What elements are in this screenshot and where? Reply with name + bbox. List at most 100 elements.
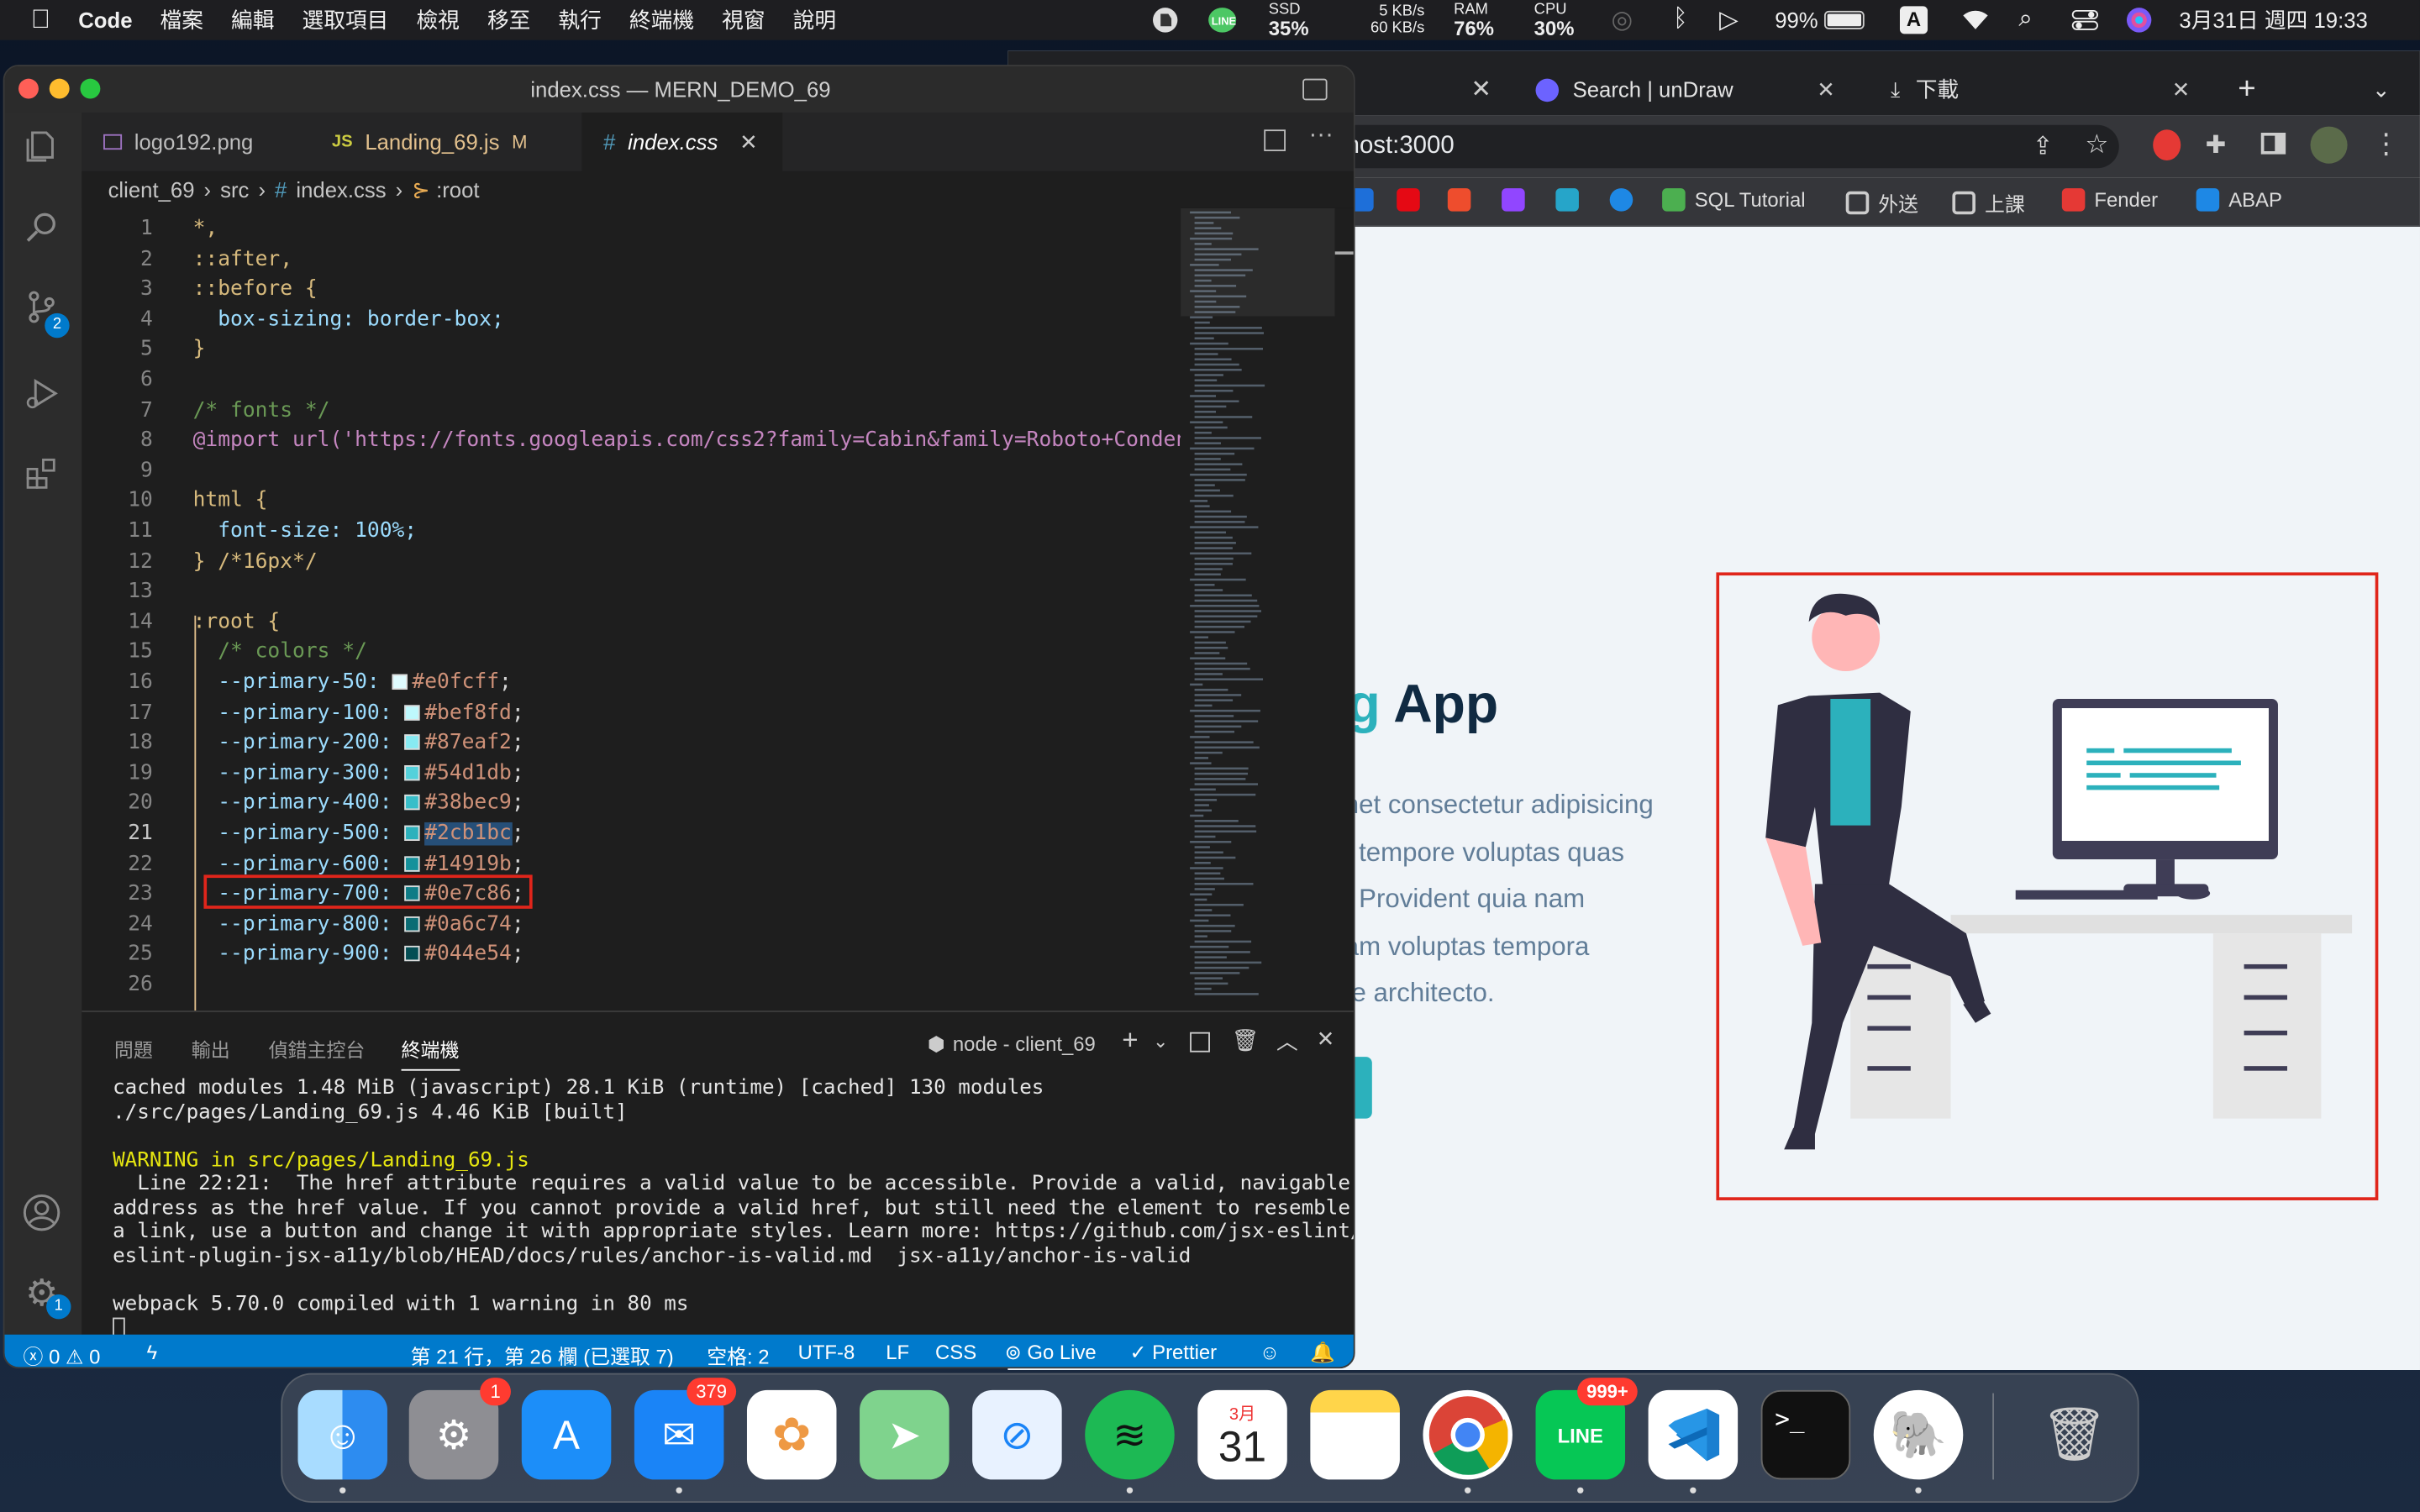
breadcrumb-symbol[interactable]: :root [436, 177, 479, 202]
cursor-position[interactable]: 第 21 行，第 26 欄 (已選取 7) [411, 1341, 674, 1368]
color-swatch-icon[interactable] [404, 885, 420, 901]
bookmark-folder-delivery[interactable]: 外送 [1845, 188, 1918, 218]
maps-icon[interactable]: ➤ [860, 1389, 950, 1480]
menu-run[interactable]: 執行 [558, 5, 601, 36]
more-actions-icon[interactable]: ··· [1309, 122, 1334, 150]
tab-debug-console[interactable]: 偵錯主控台 [269, 1034, 366, 1063]
app-store-icon[interactable]: A [521, 1389, 612, 1480]
bookmark-fender[interactable]: Fender [2061, 188, 2158, 212]
source-control-icon[interactable]: 2 [20, 288, 70, 339]
color-swatch-icon[interactable] [404, 946, 420, 962]
remote-icon[interactable]: ϟ [146, 1341, 157, 1364]
close-icon[interactable]: ✕ [1817, 76, 1835, 102]
code-editor[interactable]: 1 *, 2::after, 3::before {4 box-sizing: bor… [82, 208, 1181, 1011]
trash-icon[interactable]: 🗑 [1232, 1027, 1260, 1053]
problems-status[interactable]: ⓧ 0 ⚠ 0 [24, 1341, 101, 1368]
menu-go[interactable]: 移至 [487, 5, 530, 36]
safari-icon[interactable]: ⊘ [972, 1389, 1062, 1480]
bookmark-edge-icon[interactable] [1609, 188, 1643, 212]
terminal-icon[interactable]: >_ [1760, 1389, 1851, 1480]
spotlight-search-icon[interactable]: ⌕ [2018, 0, 2032, 40]
menu-edit[interactable]: 編輯 [231, 5, 274, 36]
bookmark-shopee-icon[interactable] [1447, 188, 1481, 212]
manage-gear-icon[interactable]: ⚙ 1 [20, 1273, 71, 1320]
tab-landing-js[interactable]: JS Landing_69.js M [310, 113, 581, 171]
chevron-down-icon[interactable]: ⌄ [1153, 1031, 1168, 1053]
breadcrumb-folder[interactable]: src [220, 177, 249, 202]
terminal-selector[interactable]: ⬢ node - client_69 [928, 1032, 1096, 1057]
search-icon[interactable] [20, 208, 63, 251]
explorer-icon[interactable] [20, 128, 63, 171]
accounts-icon[interactable] [20, 1193, 63, 1236]
evernote-icon[interactable]: 🐘 [1873, 1389, 1964, 1494]
encoding-status[interactable]: UTF-8 [798, 1341, 855, 1364]
breadcrumb-folder[interactable]: client_69 [108, 177, 195, 202]
chrome-icon[interactable] [1423, 1389, 1512, 1494]
tab-logo192[interactable]: logo192.png [82, 113, 310, 171]
new-terminal-icon[interactable]: + [1122, 1025, 1138, 1058]
menu-help[interactable]: 說明 [793, 5, 836, 36]
close-icon[interactable]: ✕ [739, 129, 758, 155]
line-icon[interactable]: LINE 999+ [1535, 1378, 1638, 1494]
color-swatch-icon[interactable] [404, 916, 420, 932]
tab-downloads[interactable]: ⤓ 下載 ✕ [1872, 63, 2202, 115]
color-swatch-icon[interactable] [404, 704, 420, 720]
menu-view[interactable]: 檢視 [416, 5, 459, 36]
system-preferences-icon[interactable]: ⚙ 1 [408, 1378, 511, 1480]
hotspot-icon[interactable]: ◎ [1612, 0, 1634, 40]
prettier-status[interactable]: ✓ Prettier [1129, 1341, 1217, 1365]
sidepanel-icon[interactable] [2260, 132, 2286, 155]
finder-icon[interactable]: ☺ [297, 1389, 388, 1494]
calendar-icon[interactable]: 3月 31 [1197, 1389, 1287, 1480]
wifi-icon[interactable] [1960, 0, 1991, 40]
color-swatch-icon[interactable] [404, 764, 420, 780]
bookmark-sql-tutorial[interactable]: SQL Tutorial [1662, 188, 1806, 212]
chrome-menu-icon[interactable]: ⋮ [2372, 128, 2400, 160]
feedback-icon[interactable]: ☺ [1260, 1341, 1280, 1364]
line-menu-icon[interactable]: LINE [1207, 0, 1238, 40]
color-swatch-icon[interactable] [404, 825, 420, 842]
now-playing-icon[interactable]: ▷ [1719, 0, 1739, 40]
bluetooth-icon[interactable]: ᛒ [1673, 0, 1688, 40]
color-swatch-icon[interactable] [404, 855, 420, 871]
notes-icon[interactable] [1310, 1389, 1400, 1480]
color-swatch-icon[interactable] [404, 795, 420, 811]
vscode-icon[interactable] [1648, 1389, 1739, 1494]
terminal-output[interactable]: cached modules 1.48 MiB (javascript) 28.… [113, 1077, 1354, 1340]
tab-undraw[interactable]: Search | unDraw ✕ [1517, 63, 1847, 115]
color-swatch-icon[interactable] [404, 734, 420, 750]
editor-scrollbar[interactable] [1334, 207, 1354, 1011]
language-mode[interactable]: CSS [935, 1341, 976, 1364]
close-panel-icon[interactable]: ✕ [1317, 1026, 1335, 1052]
menu-selection[interactable]: 選取項目 [302, 5, 389, 36]
battery-status[interactable]: 99% [1775, 0, 1865, 40]
profile-avatar[interactable] [2310, 126, 2348, 164]
go-live-button[interactable]: ⊚ Go Live [1005, 1341, 1097, 1365]
tab-search-chevron-icon[interactable]: ⌄ [2372, 63, 2391, 115]
customize-layout-icon[interactable] [1302, 78, 1328, 101]
color-swatch-icon[interactable] [392, 674, 408, 690]
menu-window[interactable]: 視窗 [722, 5, 765, 36]
input-method-icon[interactable]: A [1899, 0, 1928, 40]
tab-problems[interactable]: 問題 [114, 1034, 153, 1063]
indentation-status[interactable]: 空格: 2 [707, 1341, 769, 1368]
close-window-button[interactable] [18, 78, 39, 99]
adblock-extension-icon[interactable] [2153, 129, 2181, 161]
bookmark-folder-class[interactable]: 上課 [1952, 188, 2025, 218]
extensions-puzzle-icon[interactable]: ✚ [2206, 129, 2227, 160]
eol-status[interactable]: LF [886, 1341, 909, 1364]
mail-icon[interactable]: ✉ 379 [634, 1378, 737, 1494]
close-icon[interactable]: ✕ [2172, 76, 2191, 102]
tab-output[interactable]: 輸出 [192, 1034, 230, 1063]
siri-icon[interactable] [2125, 0, 2153, 40]
menu-file[interactable]: 檔案 [160, 5, 203, 36]
control-center-icon[interactable] [2071, 0, 2099, 40]
tab-index-css[interactable]: # index.css ✕ [581, 113, 783, 171]
minimap[interactable] [1181, 207, 1354, 1011]
breadcrumb-file[interactable]: index.css [296, 177, 386, 202]
app-menu[interactable]: Code [78, 8, 132, 32]
menu-terminal[interactable]: 終端機 [629, 5, 694, 36]
zoom-window-button[interactable] [80, 78, 101, 99]
split-terminal-icon[interactable] [1190, 1032, 1210, 1053]
clock[interactable]: 3月31日 週四 19:33 [2179, 0, 2367, 40]
